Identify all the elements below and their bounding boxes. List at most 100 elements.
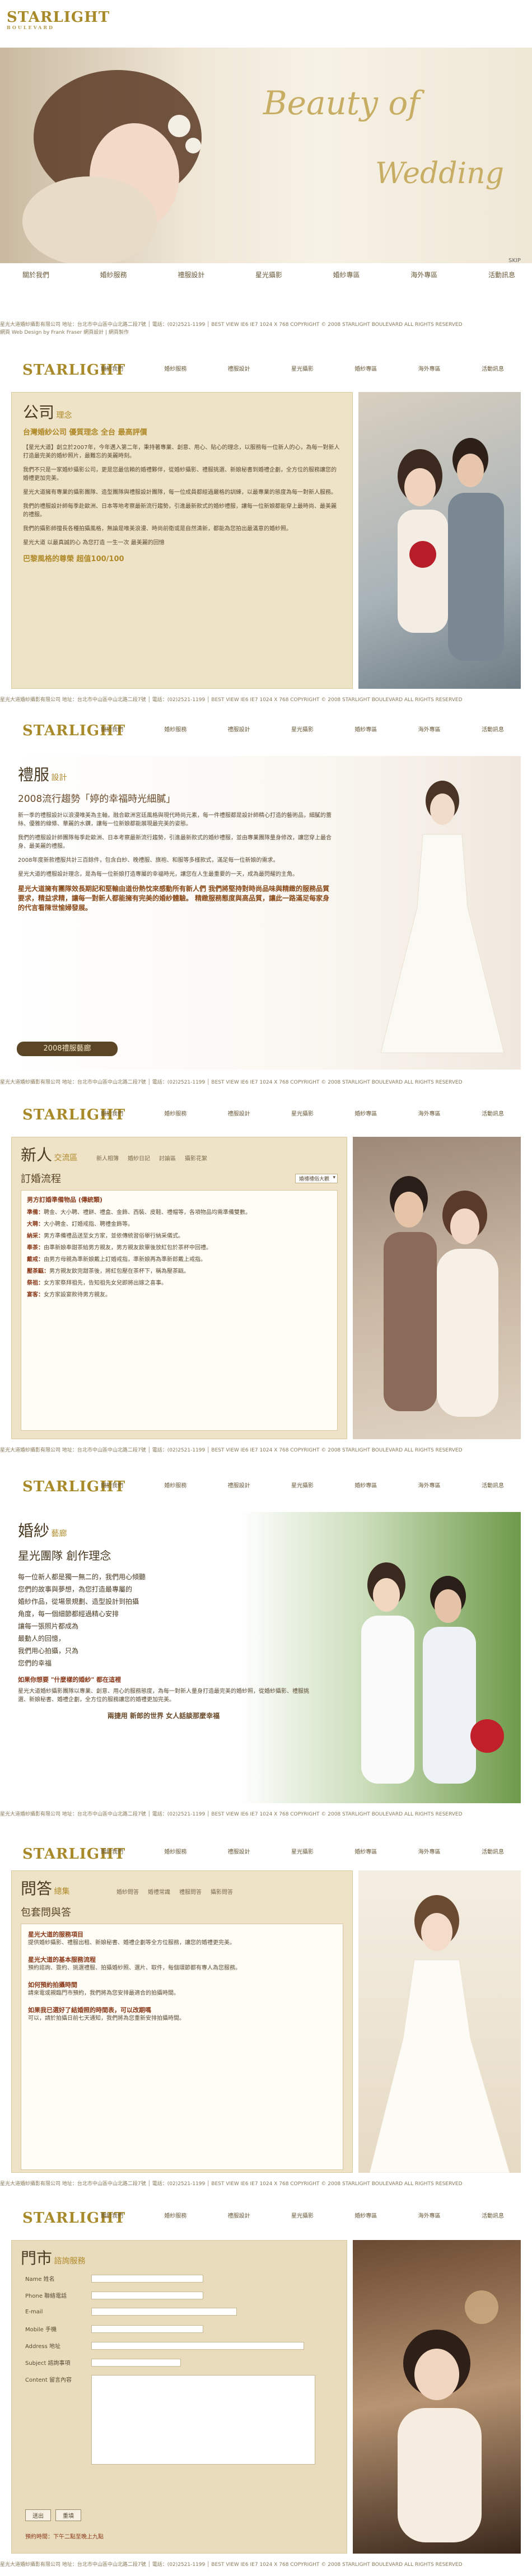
nav-gown[interactable]: 禮服設計 xyxy=(228,364,250,372)
ceremony-content: 男方訂婚準備物品 (傳統類) 準備：聘金、大小聘、禮餅、禮盒、金飾、西裝、皮鞋、… xyxy=(21,1190,338,1431)
gown-para: 星光大道的禮服設計理念，是為每一位新娘打造專屬的幸福時光，讓您在人生最重要的一天… xyxy=(18,871,298,878)
tab-forum[interactable]: 討論區 xyxy=(159,1154,176,1162)
nav-overseas[interactable]: 海外專區 xyxy=(418,2211,441,2219)
tab-wedding-faq[interactable]: 婚紗問答 xyxy=(116,1887,139,1896)
couple-nav: 關於我們 婚紗服務 禮服設計 星光攝影 婚紗專區 海外專區 活動訊息 xyxy=(101,1109,504,1117)
nav-wedding-zone[interactable]: 婚紗專區 xyxy=(354,725,377,733)
nav-wedding-service[interactable]: 婚紗服務 xyxy=(164,2211,186,2219)
reset-button[interactable]: 重填 xyxy=(55,2509,81,2521)
store-panel: 門市 諮詢服務 Name 姓名 Phone 聯絡電話 E-mail Mobile… xyxy=(11,2240,347,2554)
gown-para: 新一季的禮服設計以浪漫唯美為主軸，融合歐洲宮廷風格與現代時尚元素，每一件禮服都是… xyxy=(18,813,332,827)
faq-question[interactable]: 如果我已選好了結婚照的時間表，可以改期嗎 xyxy=(28,2005,336,2014)
address-input[interactable] xyxy=(91,2341,304,2350)
nav-about[interactable]: 關於我們 xyxy=(101,364,123,372)
faq-tabs: 婚紗問答 婚禮常識 禮服問答 攝影問答 xyxy=(116,1887,233,1896)
step-label: 奉茶： xyxy=(27,1245,44,1251)
nav-wedding-service[interactable]: 婚紗服務 xyxy=(100,270,127,279)
gown-headline: 2008流行趨勢「婷的幸福時光細膩」 xyxy=(18,794,176,805)
tab-album[interactable]: 新人相簿 xyxy=(96,1154,119,1162)
nav-wedding-zone[interactable]: 婚紗專區 xyxy=(354,1847,377,1855)
nav-about[interactable]: 關於我們 xyxy=(101,725,123,733)
ceremony-select[interactable]: 婚禮禮俗大觀 ▾ xyxy=(295,1173,338,1183)
nav-photo[interactable]: 星光攝影 xyxy=(291,1481,314,1489)
nav-overseas[interactable]: 海外專區 xyxy=(418,725,441,733)
content-textarea[interactable] xyxy=(91,2375,315,2465)
couple-footer: 星光大道婚紗攝影有限公司 地址：台北市中山區中山北路二段7號 │ 電話：(02)… xyxy=(0,1448,463,1453)
hero-footer-credit[interactable]: 網頁 Web Design by Frank Fraser 網頁設計 | 網頁製… xyxy=(0,328,532,335)
nav-wedding-zone[interactable]: 婚紗專區 xyxy=(354,1481,377,1489)
nav-about[interactable]: 關於我們 xyxy=(101,2211,123,2219)
tab-photo-faq[interactable]: 攝影問答 xyxy=(211,1887,233,1896)
nav-gown[interactable]: 禮服設計 xyxy=(228,725,250,733)
nav-about[interactable]: 關於我們 xyxy=(101,1481,123,1489)
nav-overseas[interactable]: 海外專區 xyxy=(418,1847,441,1855)
subject-select[interactable] xyxy=(91,2358,181,2367)
nav-about[interactable]: 關於我們 xyxy=(22,270,49,279)
ceremony-step: 納采：男方準備禮品送至女方家，並依傳統習俗舉行納采儀式。 xyxy=(27,1232,332,1240)
wedding-para: 星光大道婚紗攝影團隊以專業、創意、用心的服務態度，為每一對新人量身打造最完美的婚… xyxy=(18,1688,309,1703)
nav-gown[interactable]: 禮服設計 xyxy=(178,270,204,279)
wedding-line: 我們用心拍攝，只為 xyxy=(18,1647,79,1655)
wedding-line: 您們的幸福 xyxy=(18,1659,52,1667)
gown-nav: 關於我們 婚紗服務 禮服設計 星光攝影 婚紗專區 海外專區 活動訊息 xyxy=(101,725,504,733)
nav-about[interactable]: 關於我們 xyxy=(101,1847,123,1855)
nav-events[interactable]: 活動訊息 xyxy=(482,1109,504,1117)
nav-overseas[interactable]: 海外專區 xyxy=(418,1109,441,1117)
nav-wedding-service[interactable]: 婚紗服務 xyxy=(164,1481,186,1489)
nav-overseas[interactable]: 海外專區 xyxy=(418,364,441,372)
nav-wedding-service[interactable]: 婚紗服務 xyxy=(164,725,186,733)
nav-events[interactable]: 活動訊息 xyxy=(482,725,504,733)
nav-photo[interactable]: 星光攝影 xyxy=(291,1109,314,1117)
nav-gown[interactable]: 禮服設計 xyxy=(228,1109,250,1117)
faq-question[interactable]: 星光大道的服務項目 xyxy=(28,1930,336,1939)
submit-button[interactable]: 送出 xyxy=(25,2509,51,2521)
field-label: Content 留言內容 xyxy=(25,2377,72,2383)
skip-link[interactable]: SKIP xyxy=(508,258,521,264)
faq-question[interactable]: 星光大道的基本服務流程 xyxy=(28,1955,336,1964)
gown-para: 我們的禮服設計師團隊每季赴歐洲、日本考察最新流行趨勢，引進最新款式的婚紗禮服，並… xyxy=(18,835,332,850)
field-label: Address 地址 xyxy=(25,2344,61,2350)
nav-photo[interactable]: 星光攝影 xyxy=(291,364,314,372)
nav-photo[interactable]: 星光攝影 xyxy=(291,1847,314,1855)
tab-wedding-knowledge[interactable]: 婚禮常識 xyxy=(148,1887,170,1896)
faq-question[interactable]: 如何預約拍攝時間 xyxy=(28,1980,336,1989)
nav-wedding-service[interactable]: 婚紗服務 xyxy=(164,364,186,372)
name-input[interactable] xyxy=(91,2274,203,2283)
nav-events[interactable]: 活動訊息 xyxy=(488,270,515,279)
nav-overseas[interactable]: 海外專區 xyxy=(410,270,437,279)
nav-wedding-service[interactable]: 婚紗服務 xyxy=(164,1847,186,1855)
logo[interactable]: STARLIGHT BOULEVARD xyxy=(7,10,110,30)
nav-wedding-service[interactable]: 婚紗服務 xyxy=(164,1109,186,1117)
nav-gown[interactable]: 禮服設計 xyxy=(228,2211,250,2219)
nav-events[interactable]: 活動訊息 xyxy=(482,2211,504,2219)
nav-photo[interactable]: 星光攝影 xyxy=(291,725,314,733)
mobile-input[interactable] xyxy=(91,2325,203,2333)
nav-about[interactable]: 關於我們 xyxy=(101,1109,123,1117)
email-input[interactable] xyxy=(91,2308,237,2316)
nav-photo[interactable]: 星光攝影 xyxy=(291,2211,314,2219)
store-couple-photo xyxy=(353,2240,521,2554)
phone-input[interactable] xyxy=(91,2291,203,2299)
select-value: 婚禮禮俗大觀 xyxy=(298,1176,329,1182)
nav-overseas[interactable]: 海外專區 xyxy=(418,1481,441,1489)
store-nav: 關於我們 婚紗服務 禮服設計 星光攝影 婚紗專區 海外專區 活動訊息 xyxy=(101,2211,504,2219)
nav-photo[interactable]: 星光攝影 xyxy=(255,270,282,279)
store-title-en: 諮詢服務 xyxy=(54,2257,86,2266)
nav-gown[interactable]: 禮服設計 xyxy=(228,1847,250,1855)
tab-diary[interactable]: 婚紗日記 xyxy=(128,1154,150,1162)
nav-events[interactable]: 活動訊息 xyxy=(482,1481,504,1489)
tab-gown-faq[interactable]: 禮服問答 xyxy=(179,1887,202,1896)
nav-wedding-zone[interactable]: 婚紗專區 xyxy=(354,364,377,372)
tab-behind[interactable]: 攝影花絮 xyxy=(185,1154,207,1162)
nav-events[interactable]: 活動訊息 xyxy=(482,1847,504,1855)
nav-wedding-zone[interactable]: 婚紗專區 xyxy=(354,1109,377,1117)
wedding-line: 每一位新人都是獨一無二的，我們用心傾聽 xyxy=(18,1573,146,1581)
gown-gallery-button[interactable]: 2008禮服藝廊 xyxy=(17,1042,118,1056)
wedding-line: 讓每一張照片都成為 xyxy=(18,1622,79,1630)
nav-events[interactable]: 活動訊息 xyxy=(482,364,504,372)
nav-wedding-zone[interactable]: 婚紗專區 xyxy=(333,270,360,279)
nav-wedding-zone[interactable]: 婚紗專區 xyxy=(354,2211,377,2219)
wedding-nav: 關於我們 婚紗服務 禮服設計 星光攝影 婚紗專區 海外專區 活動訊息 xyxy=(101,1481,504,1489)
faq-nav: 關於我們 婚紗服務 禮服設計 星光攝影 婚紗專區 海外專區 活動訊息 xyxy=(101,1847,504,1855)
nav-gown[interactable]: 禮服設計 xyxy=(228,1481,250,1489)
